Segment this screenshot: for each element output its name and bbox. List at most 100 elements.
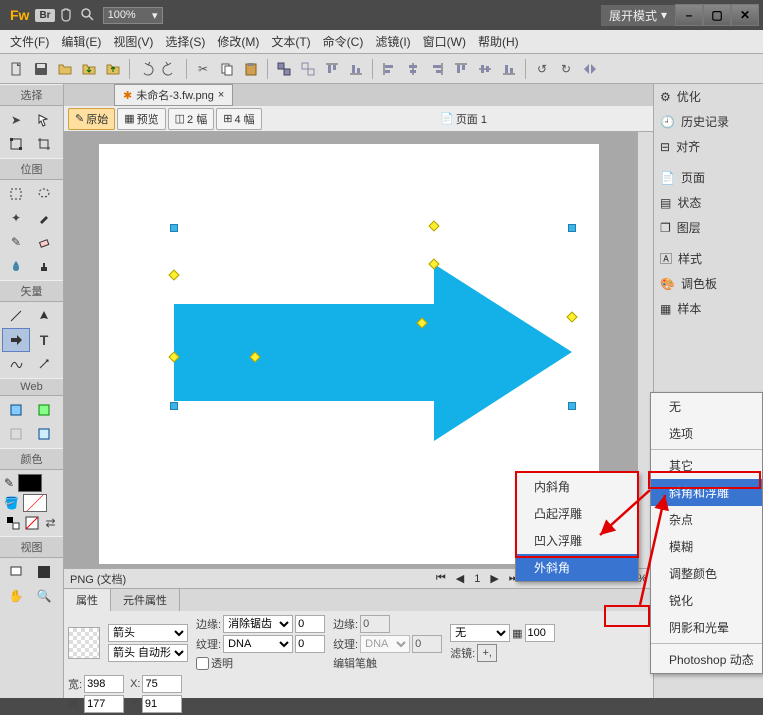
bevel-emboss-raised[interactable]: 凸起浮雕: [516, 500, 638, 527]
ungroup-icon[interactable]: [297, 58, 319, 80]
save-icon[interactable]: [30, 58, 52, 80]
frame-next-icon[interactable]: ▶: [490, 572, 498, 585]
zoom-selector[interactable]: 100%▾: [103, 7, 163, 24]
marquee-tool[interactable]: [2, 182, 30, 206]
transparent-checkbox[interactable]: [196, 657, 209, 670]
style-select[interactable]: 无: [450, 624, 510, 642]
filter-sharpen[interactable]: 锐化: [651, 587, 762, 614]
open-icon[interactable]: [54, 58, 76, 80]
redo-icon[interactable]: [159, 58, 181, 80]
filter-other[interactable]: 其它: [651, 452, 762, 479]
width-input[interactable]: [84, 675, 124, 693]
menu-text[interactable]: 文本(T): [265, 31, 316, 52]
filter-adjust-color[interactable]: 调整颜色: [651, 560, 762, 587]
brush-tool[interactable]: [30, 206, 58, 230]
blur-tool[interactable]: [2, 254, 30, 278]
arrow-shape[interactable]: [174, 264, 572, 441]
menu-filters[interactable]: 滤镜(I): [369, 31, 416, 52]
edit-handle[interactable]: [428, 220, 439, 231]
view-2up[interactable]: ◫2 幅: [168, 108, 215, 130]
swap-colors[interactable]: ⇄: [42, 514, 59, 532]
hand-tool[interactable]: ✋: [2, 584, 30, 608]
crop-tool[interactable]: [30, 132, 58, 156]
view-original[interactable]: ✎原始: [68, 108, 115, 130]
shape-name-select[interactable]: 箭头: [108, 624, 188, 642]
filter-shadow-glow[interactable]: 阴影和光晕: [651, 614, 762, 641]
hide-slices-tool[interactable]: [2, 422, 30, 446]
menu-help[interactable]: 帮助(H): [472, 31, 525, 52]
selection-handle[interactable]: [568, 402, 576, 410]
selection-handle[interactable]: [170, 224, 178, 232]
tab-close-icon[interactable]: ×: [218, 89, 224, 101]
undo-icon[interactable]: [135, 58, 157, 80]
bevel-inset[interactable]: 凹入浮雕: [516, 527, 638, 554]
align-center-v-icon[interactable]: [402, 58, 424, 80]
document-tab[interactable]: ✱ 未命名-3.fw.png ×: [114, 84, 233, 106]
minimize-button[interactable]: –: [675, 4, 703, 26]
view-preview[interactable]: ▦预览: [117, 108, 165, 130]
pencil-tool[interactable]: ✎: [2, 230, 30, 254]
rotate-ccw-icon[interactable]: ↺: [531, 58, 553, 80]
stroke-color[interactable]: [18, 474, 42, 492]
filter-options[interactable]: 选项: [651, 420, 762, 447]
panel-states[interactable]: ▤状态: [654, 190, 763, 215]
copy-icon[interactable]: [216, 58, 238, 80]
panel-layers[interactable]: ❐图层: [654, 215, 763, 240]
lasso-tool[interactable]: [30, 182, 58, 206]
tab-properties[interactable]: 属性: [64, 589, 111, 611]
subselect-tool[interactable]: [30, 108, 58, 132]
edge-value[interactable]: [295, 615, 325, 633]
tab-component[interactable]: 元件属性: [111, 589, 180, 611]
panel-optimize[interactable]: ⚙优化: [654, 84, 763, 109]
close-button[interactable]: ✕: [731, 4, 759, 26]
fill-color[interactable]: [23, 494, 47, 512]
panel-samples[interactable]: ▦样本: [654, 296, 763, 321]
import-icon[interactable]: [78, 58, 100, 80]
default-colors[interactable]: [4, 514, 21, 532]
menu-file[interactable]: 文件(F): [4, 31, 55, 52]
shape-tool[interactable]: [2, 328, 30, 352]
align-center-h-icon[interactable]: [474, 58, 496, 80]
edge-select[interactable]: 消除锯齿: [223, 615, 293, 633]
flip-h-icon[interactable]: [579, 58, 601, 80]
align-right-icon[interactable]: [426, 58, 448, 80]
filter-none[interactable]: 无: [651, 393, 762, 420]
standard-screen[interactable]: [2, 560, 30, 584]
paste-icon[interactable]: [240, 58, 262, 80]
scale-tool[interactable]: [2, 132, 30, 156]
bridge-badge[interactable]: Br: [35, 9, 54, 22]
shape-type-select[interactable]: 箭头 自动形: [108, 644, 188, 662]
align-bottom2-icon[interactable]: [498, 58, 520, 80]
full-screen[interactable]: [30, 560, 58, 584]
menu-edit[interactable]: 编辑(E): [55, 31, 107, 52]
pen-tool[interactable]: [30, 304, 58, 328]
bevel-outer[interactable]: 外斜角: [516, 554, 638, 581]
menu-select[interactable]: 选择(S): [159, 31, 211, 52]
align-bottom-icon[interactable]: [345, 58, 367, 80]
no-color[interactable]: [23, 514, 40, 532]
stamp-tool[interactable]: [30, 254, 58, 278]
new-icon[interactable]: [6, 58, 28, 80]
filter-photoshop[interactable]: Photoshop 动态: [651, 646, 762, 673]
zoom-icon[interactable]: [77, 4, 99, 26]
selection-handle[interactable]: [170, 402, 178, 410]
wand-tool[interactable]: ✦: [2, 206, 30, 230]
texture-value[interactable]: [295, 635, 325, 653]
hand-icon[interactable]: [55, 4, 77, 26]
zoom-tool[interactable]: 🔍: [30, 584, 58, 608]
menu-modify[interactable]: 修改(M): [211, 31, 265, 52]
filter-bevel-emboss[interactable]: 斜角和浮雕: [651, 479, 762, 506]
pointer-tool[interactable]: ➤: [2, 108, 30, 132]
hotspot-tool[interactable]: [2, 398, 30, 422]
panel-pages[interactable]: 📄页面: [654, 165, 763, 190]
eraser-tool[interactable]: [30, 230, 58, 254]
page-indicator[interactable]: 页面 1: [456, 111, 487, 127]
add-filter-button[interactable]: +,: [477, 644, 497, 662]
text-tool[interactable]: T: [30, 328, 58, 352]
filter-noise[interactable]: 杂点: [651, 506, 762, 533]
view-4up[interactable]: ⊞4 幅: [216, 108, 261, 130]
bevel-inner[interactable]: 内斜角: [516, 473, 638, 500]
knife-tool[interactable]: [30, 352, 58, 376]
export-icon[interactable]: [102, 58, 124, 80]
menu-window[interactable]: 窗口(W): [417, 31, 472, 52]
